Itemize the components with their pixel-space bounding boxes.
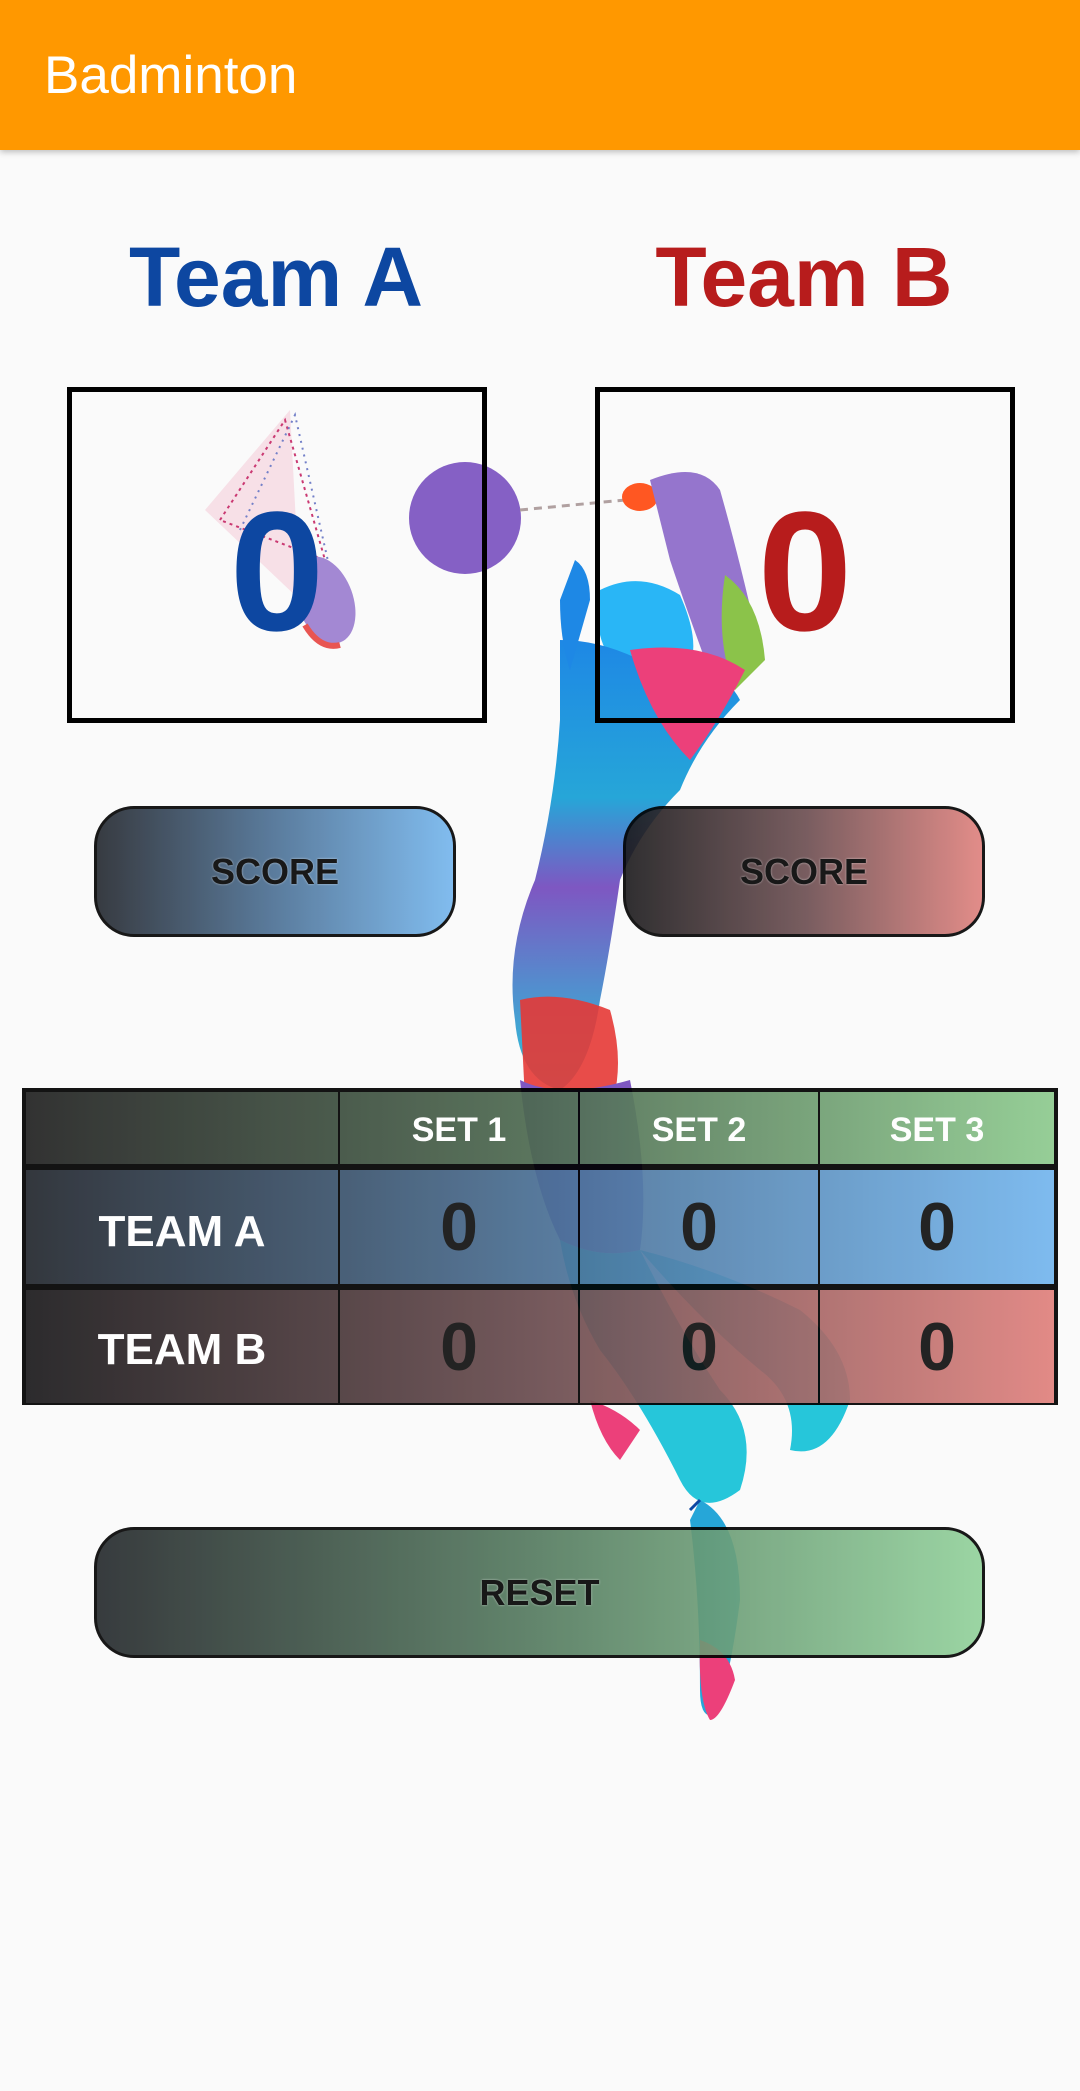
- team-a-set-3: 0: [918, 1189, 956, 1265]
- team-b-set-3: 0: [918, 1309, 956, 1385]
- team-a-title: Team A: [128, 230, 424, 324]
- sets-table: SET 1 SET 2 SET 3 TEAM A 0 0 0 TEAM B 0 …: [22, 1088, 1058, 1405]
- app-title: Badminton: [44, 46, 298, 105]
- team-b-set-2: 0: [580, 1290, 820, 1403]
- header-set-2: SET 2: [580, 1092, 820, 1164]
- team-a-score-box: 0: [67, 387, 487, 723]
- team-a-set-2: 0: [580, 1170, 820, 1284]
- team-b-title: Team B: [655, 230, 953, 324]
- team-b-score: 0: [757, 477, 853, 667]
- table-row-team-a: TEAM A 0 0 0: [26, 1170, 1054, 1284]
- header-cell-empty: [26, 1092, 340, 1164]
- row-label-team-a: TEAM A: [26, 1170, 340, 1284]
- header-set-3: SET 3: [889, 1111, 985, 1149]
- team-a-set-1: 0: [340, 1170, 580, 1284]
- team-a-score: 0: [229, 477, 325, 667]
- team-b-set-1: 0: [340, 1290, 580, 1403]
- team-b-score-button[interactable]: SCORE: [623, 806, 985, 937]
- app-bar: Badminton: [0, 0, 1080, 150]
- team-b-score-box: 0: [595, 387, 1015, 723]
- reset-button[interactable]: RESET: [94, 1527, 985, 1658]
- sets-table-header: SET 1 SET 2 SET 3: [26, 1092, 1054, 1164]
- row-label-team-b: TEAM B: [26, 1290, 340, 1403]
- header-set-1: SET 1: [340, 1092, 580, 1164]
- table-row-team-b: TEAM B 0 0 0: [26, 1290, 1054, 1403]
- team-a-score-button[interactable]: SCORE: [94, 806, 456, 937]
